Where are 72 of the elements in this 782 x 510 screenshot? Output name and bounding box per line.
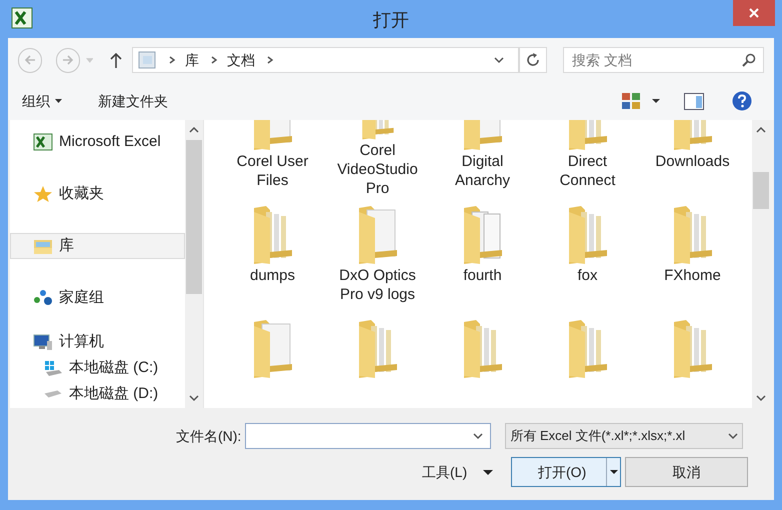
caret-icon — [610, 470, 618, 474]
view-options-button[interactable] — [622, 93, 660, 109]
refresh-button[interactable] — [518, 47, 547, 73]
breadcrumb-separator-icon — [209, 56, 220, 64]
homegroup-icon — [33, 289, 53, 307]
spreadsheet-icon — [33, 133, 53, 151]
folder-label[interactable]: Direct Connect — [546, 152, 630, 190]
breadcrumb-item[interactable]: 库 — [185, 50, 200, 70]
back-button[interactable] — [18, 48, 42, 72]
folder-label[interactable]: DxO Optics Pro v9 logs — [336, 266, 420, 304]
organize-menu-button[interactable]: 组织 — [22, 90, 62, 112]
close-icon — [749, 8, 759, 18]
folder-label[interactable]: dumps — [230, 266, 314, 285]
drive-icon — [43, 390, 63, 398]
folder-label[interactable]: Corel VideoStudio Pro — [336, 141, 420, 198]
folder-label[interactable]: fox — [546, 266, 630, 285]
help-button[interactable] — [732, 91, 752, 111]
close-button[interactable] — [733, 0, 775, 26]
sidebar-item[interactable]: 计算机 — [10, 329, 185, 355]
folder-label[interactable]: Digital Anarchy — [440, 152, 524, 190]
library-icon — [33, 237, 53, 255]
file-type-dropdown[interactable]: 所有 Excel 文件(*.xl*;*.xlsx;*.xl — [505, 423, 744, 449]
recent-dropdown-icon — [86, 58, 94, 62]
scroll-up-icon — [756, 126, 766, 134]
breadcrumb-separator-icon — [265, 56, 276, 64]
search-field[interactable]: 搜索 文档 — [563, 47, 764, 73]
refresh-icon — [524, 52, 541, 68]
preview-pane-icon — [684, 92, 704, 110]
caret-icon — [483, 470, 494, 474]
dropdown-chevron-icon — [473, 432, 484, 440]
scroll-up-icon — [189, 126, 199, 134]
address-bar[interactable]: 库 文档 — [132, 47, 518, 73]
star-icon — [33, 185, 53, 203]
breadcrumb-item[interactable]: 文档 — [227, 50, 256, 70]
cancel-button[interactable]: 取消 — [625, 457, 748, 487]
search-icon — [742, 53, 756, 67]
spreadsheet-icon — [11, 7, 33, 29]
filename-field[interactable] — [245, 423, 492, 449]
filename-label: 文件名(N): — [176, 426, 242, 446]
scroll-thumb[interactable] — [186, 140, 202, 294]
computer-icon — [33, 333, 53, 351]
sidebar-item[interactable]: 本地磁盘 (C:) — [20, 355, 185, 381]
scrollbar[interactable] — [185, 120, 203, 408]
folder-label[interactable]: fourth — [440, 266, 524, 285]
scroll-thumb[interactable] — [753, 172, 769, 209]
up-arrow-icon — [110, 52, 122, 68]
window-title: 打开 — [373, 9, 409, 32]
drive-icon — [43, 359, 63, 377]
folder-label[interactable]: Downloads — [650, 152, 734, 171]
dropdown-chevron-icon — [728, 432, 738, 440]
help-icon — [732, 91, 752, 111]
forward-arrow-icon — [62, 55, 74, 65]
folder-label[interactable]: FXhome — [650, 266, 734, 285]
tools-menu-button[interactable]: 工具(L) — [422, 462, 494, 482]
view-grid-icon — [622, 93, 640, 109]
caret-icon — [55, 99, 62, 103]
scroll-down-icon — [756, 394, 766, 402]
back-arrow-icon — [24, 55, 36, 65]
open-button[interactable]: 打开(O) — [511, 457, 622, 487]
scroll-down-icon — [189, 394, 199, 402]
sidebar-item[interactable]: Microsoft Excel — [10, 129, 185, 155]
preview-pane-button[interactable] — [684, 92, 704, 110]
dropdown-chevron-icon — [494, 56, 504, 64]
sidebar-item[interactable]: 本地磁盘 (D:) — [20, 381, 185, 407]
sidebar-item[interactable]: 库 — [10, 233, 185, 259]
new-folder-button[interactable]: 新建文件夹 — [98, 90, 168, 112]
caret-icon — [652, 99, 660, 103]
breadcrumb-separator-icon — [167, 56, 178, 64]
folder-label[interactable]: Corel User Files — [230, 152, 314, 190]
forward-button[interactable] — [56, 48, 80, 72]
sidebar-item[interactable]: 家庭组 — [10, 285, 185, 311]
sidebar-item[interactable]: 收藏夹 — [10, 181, 185, 207]
